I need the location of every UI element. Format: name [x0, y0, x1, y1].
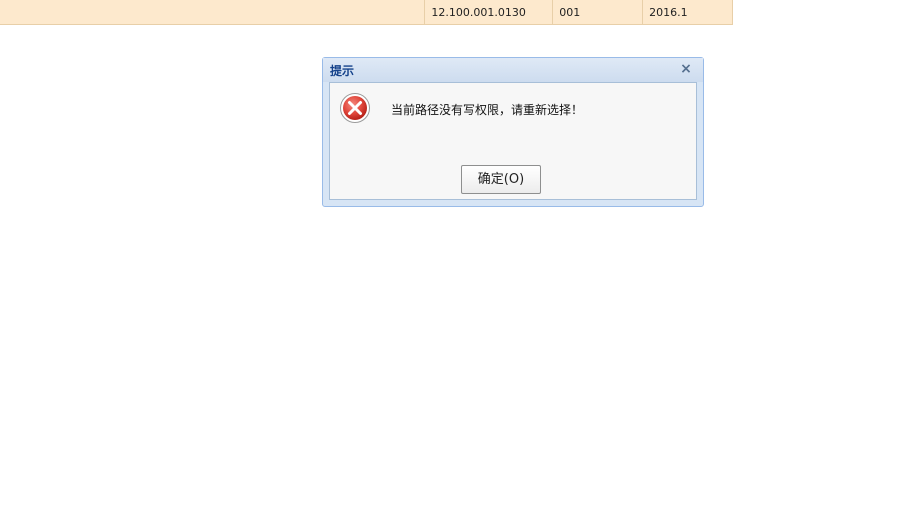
- error-icon: [340, 93, 370, 123]
- table-row[interactable]: 12.100.001.0130 001 2016.1: [0, 0, 733, 25]
- dialog-title: 提示: [330, 64, 355, 78]
- close-icon[interactable]: ×: [679, 61, 693, 77]
- table-cell-code: 12.100.001.0130: [424, 0, 552, 24]
- dialog-header[interactable]: 提示 ×: [323, 58, 703, 82]
- table-cell: [0, 0, 424, 24]
- table-cell-period: 2016.1: [642, 0, 732, 24]
- alert-dialog: 提示 × 当前路径没有写权限，请重新选择！ 确定(O): [322, 57, 704, 207]
- dialog-body: 当前路径没有写权限，请重新选择！ 确定(O): [329, 82, 697, 200]
- page: 12.100.001.0130 001 2016.1 提示 × 当前路径没有写权…: [0, 0, 906, 527]
- dialog-message: 当前路径没有写权限，请重新选择！: [391, 103, 584, 117]
- ok-button[interactable]: 确定(O): [461, 165, 541, 194]
- table-cell-number: 001: [552, 0, 642, 24]
